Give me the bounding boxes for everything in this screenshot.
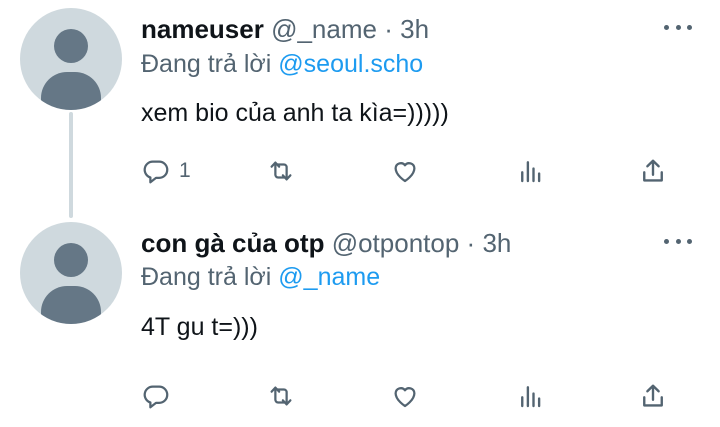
more-dot: [664, 24, 669, 30]
tweet-actions: 1: [141, 151, 681, 191]
user-handle[interactable]: @otpontop: [332, 228, 460, 258]
reply-icon: [143, 160, 169, 184]
views-button[interactable]: [516, 151, 546, 191]
user-handle[interactable]: @_name: [271, 14, 377, 44]
share-button[interactable]: [638, 151, 668, 191]
replying-mention[interactable]: @seoul.scho: [278, 50, 423, 78]
replying-mention[interactable]: @_name: [278, 263, 380, 291]
timestamp[interactable]: 3h: [482, 228, 511, 258]
tweet-header: con gà của otp @otpontop · 3h: [141, 227, 511, 259]
avatar-head-shape: [54, 29, 88, 63]
avatar-body-shape: [41, 286, 101, 324]
like-button[interactable]: [390, 151, 420, 191]
retweet-icon: [270, 161, 292, 181]
default-avatar[interactable]: [20, 8, 122, 110]
retweet-button[interactable]: [266, 376, 296, 416]
more-dot: [687, 238, 692, 244]
like-button[interactable]: [390, 376, 420, 416]
like-icon: [394, 162, 416, 183]
display-name[interactable]: nameuser: [141, 14, 264, 44]
more-dot: [664, 238, 669, 244]
reply-icon: [143, 385, 169, 409]
share-icon: [643, 384, 663, 407]
tweet-1[interactable]: nameuser @_name · 3h Đang trả lời @seoul…: [0, 0, 720, 210]
share-icon: [643, 159, 663, 182]
reply-count: 1: [179, 159, 191, 182]
separator-dot: ·: [466, 228, 476, 258]
more-options-icon[interactable]: [664, 231, 692, 251]
tweet-text: xem bio của anh ta kìa=))))): [141, 99, 449, 127]
views-icon: [521, 386, 541, 408]
replying-to-line: Đang trả lời @_name: [141, 262, 380, 292]
display-name[interactable]: con gà của otp: [141, 228, 324, 258]
avatar-body-shape: [41, 72, 101, 110]
retweet-button[interactable]: [266, 151, 296, 191]
tweet-text: 4T gu t=))): [141, 313, 258, 341]
reply-button[interactable]: 1: [141, 151, 191, 191]
views-icon: [521, 161, 541, 183]
reply-button[interactable]: [141, 376, 179, 416]
tweet-actions: [141, 376, 681, 416]
views-button[interactable]: [516, 376, 546, 416]
more-dot: [675, 238, 681, 244]
retweet-icon: [270, 386, 292, 406]
tweet-header: nameuser @_name · 3h: [141, 13, 429, 45]
replying-label: Đang trả lời: [141, 263, 272, 291]
like-icon: [394, 387, 416, 408]
timestamp[interactable]: 3h: [400, 14, 429, 44]
tweet-2[interactable]: con gà của otp @otpontop · 3h Đang trả l…: [0, 210, 720, 427]
more-dot: [675, 24, 681, 30]
avatar-head-shape: [54, 243, 88, 277]
share-button[interactable]: [638, 376, 668, 416]
default-avatar[interactable]: [20, 222, 122, 324]
more-dot: [687, 24, 692, 30]
separator-dot: ·: [384, 14, 393, 44]
replying-label: Đang trả lời: [141, 50, 272, 78]
more-options-icon[interactable]: [664, 17, 692, 37]
replying-to-line: Đang trả lời @seoul.scho: [141, 49, 423, 79]
